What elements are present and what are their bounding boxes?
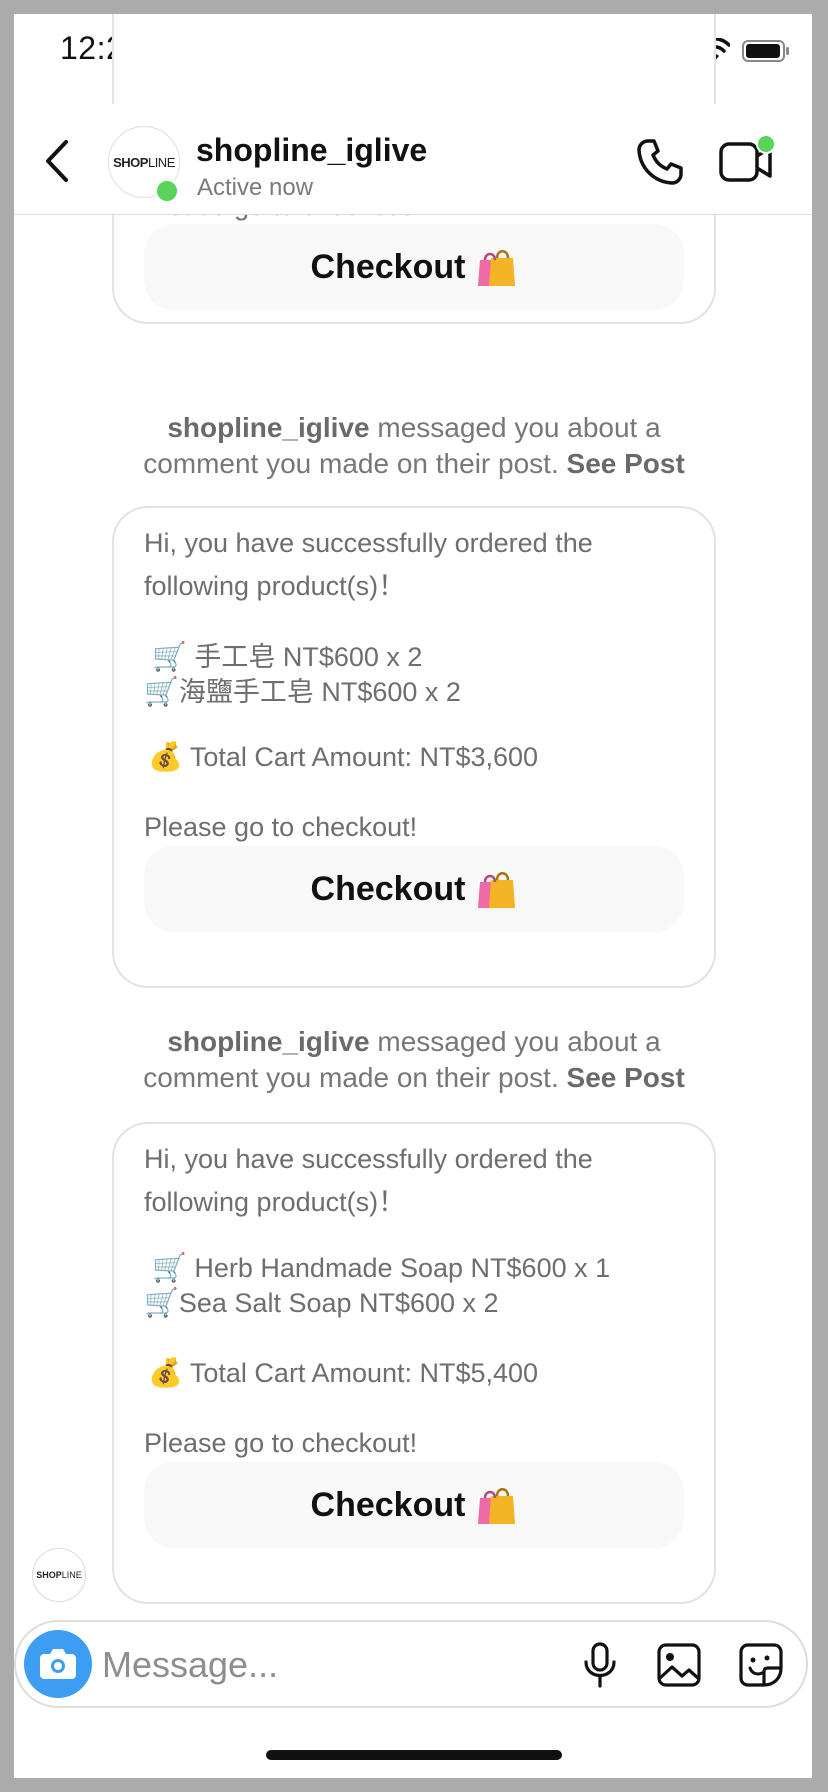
post-reply-notice: shopline_iglive messaged you about a com…	[114, 410, 714, 482]
money-bag-icon: 💰	[148, 1356, 183, 1389]
checkout-button[interactable]: Checkout	[144, 1462, 684, 1548]
order-item: 🛒海鹽手工皂 NT$600 x 2	[144, 670, 461, 709]
post-reply-notice: shopline_iglive messaged you about a com…	[114, 1024, 714, 1096]
cart-total: 💰 Total Cart Amount: NT$5,400	[148, 1356, 538, 1389]
message-input[interactable]	[100, 1638, 504, 1692]
order-item: 🛒 Herb Handmade Soap NT$600 x 1	[152, 1251, 610, 1284]
header-username[interactable]: shopline_iglive	[196, 132, 427, 169]
checkout-label: Checkout	[310, 1485, 466, 1524]
order-intro: Hi, you have successfully ordered the	[144, 528, 593, 558]
sticker-icon[interactable]	[736, 1640, 786, 1690]
avatar-logo-thin: LINE	[147, 154, 175, 170]
see-post-link[interactable]: See Post	[567, 448, 685, 479]
active-status: Active now	[197, 174, 314, 201]
order-item: 🛒 手工皂 NT$600 x 2	[152, 635, 422, 674]
order-item-text: 手工皂 NT$600 x 2	[186, 642, 423, 672]
cart-total: 💰 Total Cart Amount: NT$3,600	[148, 740, 538, 773]
order-item-text: Herb Handmade Soap NT$600 x 1	[186, 1253, 611, 1283]
notice-username[interactable]: shopline_iglive	[167, 412, 369, 443]
see-post-link[interactable]: See Post	[567, 1062, 685, 1093]
phone-icon[interactable]	[634, 136, 686, 188]
sender-avatar-logo-bold: SHOP	[36, 1570, 62, 1580]
checkout-button[interactable]: Checkout	[144, 224, 684, 310]
order-intro: following product(s)！	[144, 1187, 406, 1217]
cart-icon: 🛒	[144, 675, 179, 708]
order-intro: following product(s)！	[144, 571, 406, 601]
cart-icon: 🛒	[152, 640, 187, 673]
camera-icon	[40, 1649, 76, 1679]
video-active-indicator	[756, 134, 776, 154]
sender-avatar-logo-thin: LINE	[61, 1570, 82, 1580]
message-card: Hi, you have successfully ordered the fo…	[112, 1122, 716, 1604]
battery-icon	[742, 40, 789, 62]
shopping-bags-icon	[478, 250, 516, 286]
notice-username[interactable]: shopline_iglive	[167, 1026, 369, 1057]
shopping-bags-icon	[478, 1488, 516, 1524]
order-item-text: 海鹽手工皂 NT$600 x 2	[178, 677, 461, 707]
online-indicator	[154, 178, 180, 204]
order-item: 🛒Sea Salt Soap NT$600 x 2	[144, 1286, 499, 1319]
conversation-header: SHOP LINE shopline_iglive Active now	[14, 104, 812, 215]
cart-icon: 🛒	[152, 1251, 187, 1284]
gallery-icon[interactable]	[654, 1640, 704, 1690]
avatar-logo-bold: SHOP	[113, 154, 148, 170]
order-intro: Hi, you have successfully ordered the	[144, 1144, 593, 1174]
message-composer	[14, 1620, 808, 1708]
home-indicator[interactable]	[266, 1750, 562, 1760]
checkout-button[interactable]: Checkout	[144, 846, 684, 932]
back-arrow-icon[interactable]	[36, 136, 80, 186]
sender-avatar[interactable]: SHOP LINE	[32, 1548, 86, 1602]
cart-icon: 🛒	[144, 1286, 179, 1319]
camera-button[interactable]	[24, 1630, 92, 1698]
checkout-prompt: Please go to checkout!	[144, 1428, 418, 1458]
checkout-prompt: Please go to checkout!	[144, 812, 418, 842]
cart-total-text: Total Cart Amount: NT$5,400	[189, 1358, 539, 1388]
microphone-icon[interactable]	[580, 1640, 620, 1690]
checkout-label: Checkout	[310, 869, 466, 908]
dm-screen: 12:23 SHOP LINE shopline_iglive Active no…	[14, 14, 812, 1778]
checkout-label: Checkout	[310, 247, 466, 286]
money-bag-icon: 💰	[148, 740, 183, 773]
cart-total-text: Total Cart Amount: NT$3,600	[189, 742, 539, 772]
order-item-text: Sea Salt Soap NT$600 x 2	[178, 1288, 499, 1318]
shopping-bags-icon	[478, 872, 516, 908]
message-card: Hi, you have successfully ordered the fo…	[112, 506, 716, 988]
